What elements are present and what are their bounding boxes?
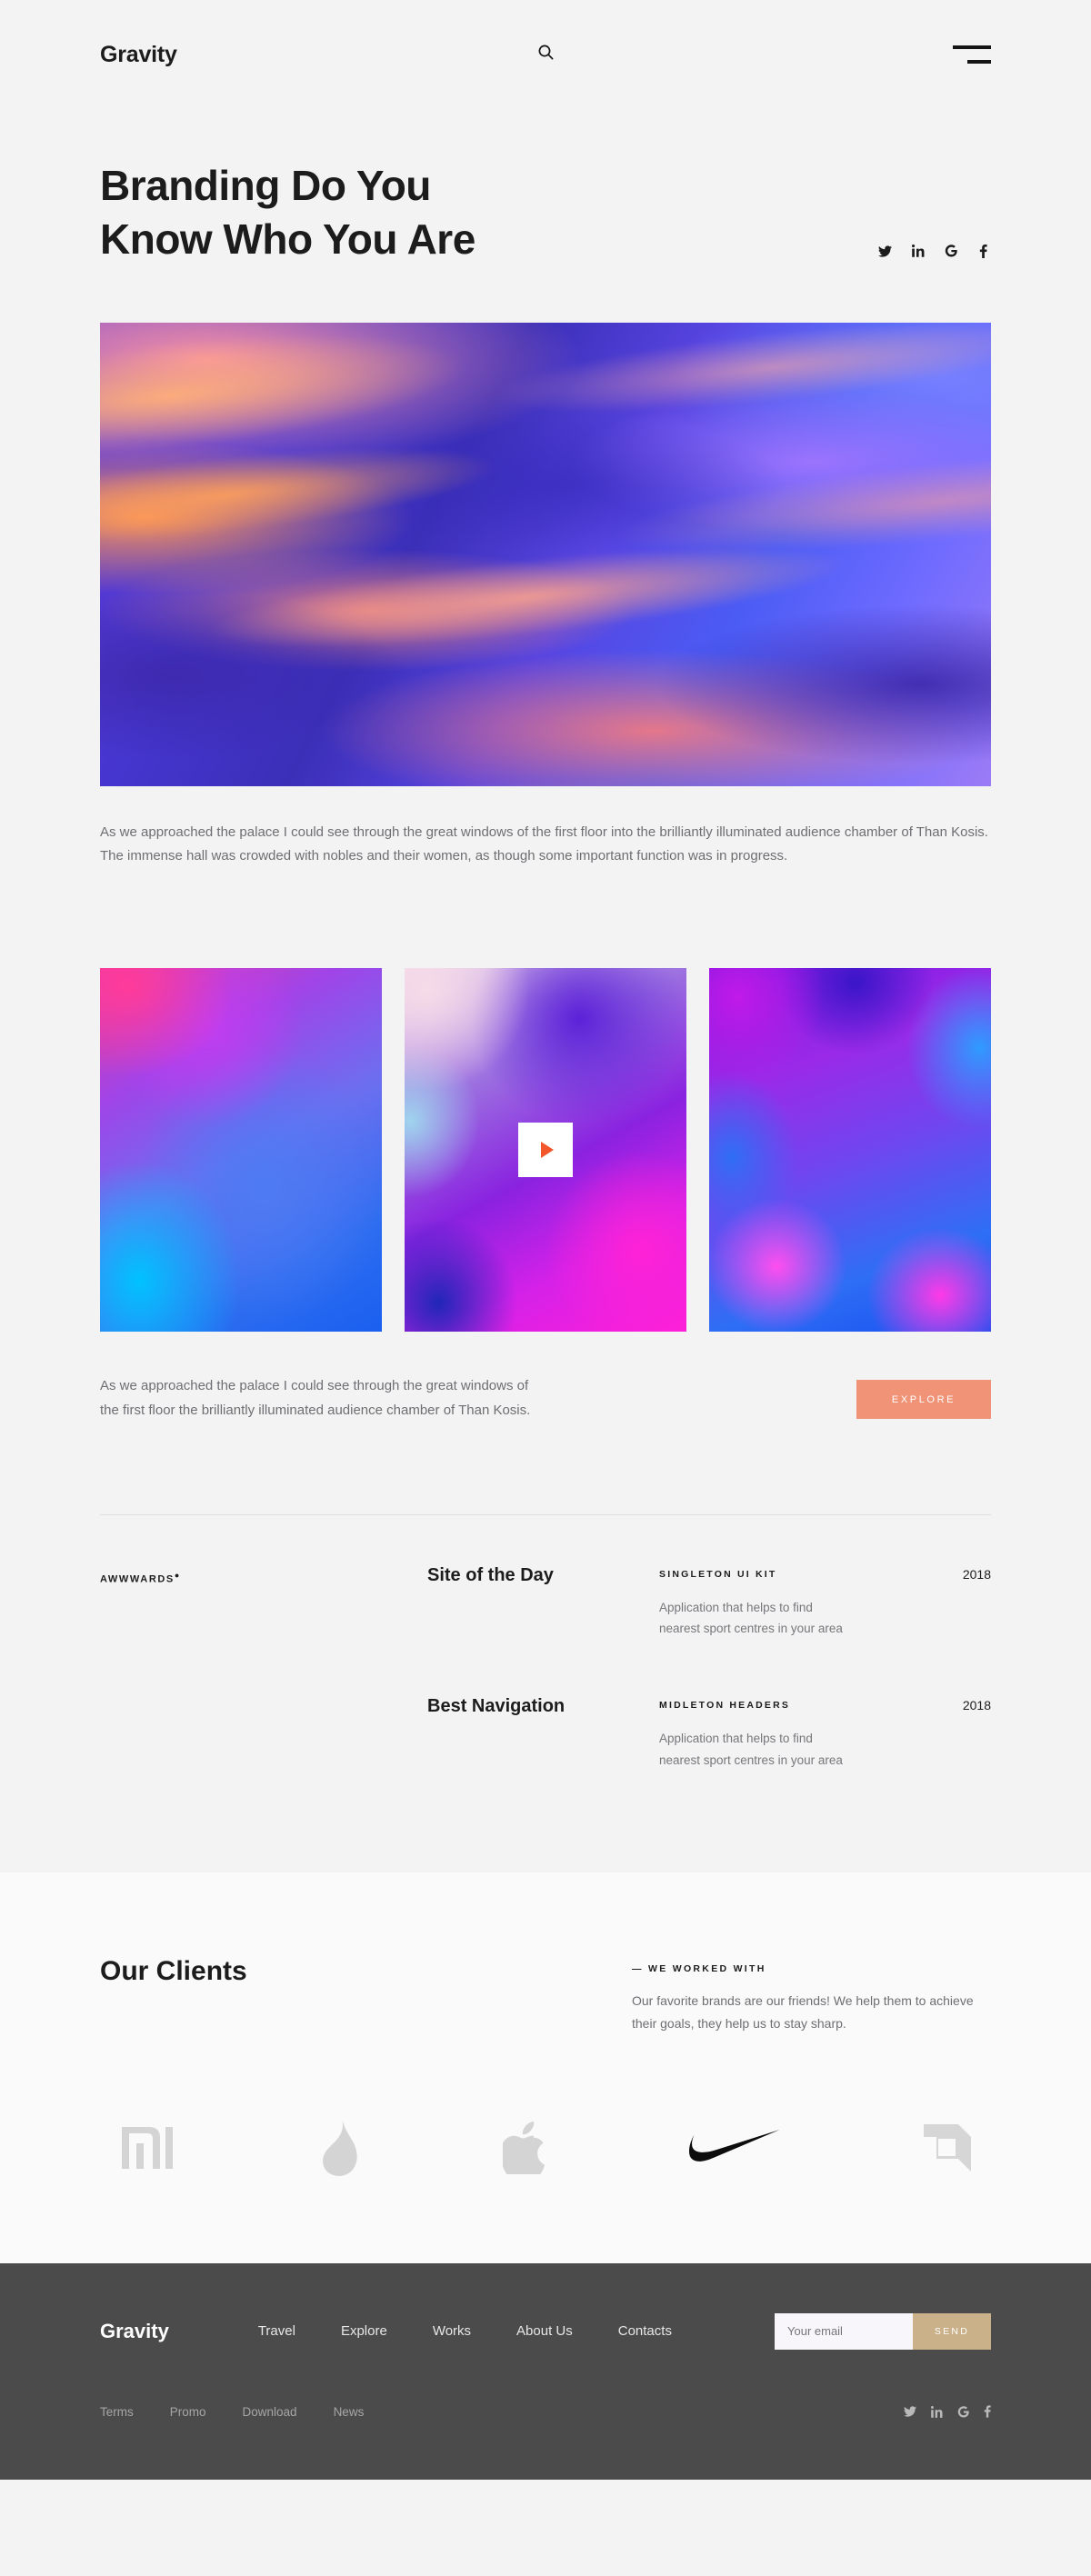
award-description: Application that helps to find nearest s… (659, 1731, 843, 1767)
site-footer: Gravity Travel Explore Works About Us Co… (0, 2262, 1091, 2480)
award-title: Best Navigation (427, 1695, 566, 1716)
gallery-row (100, 968, 991, 1333)
award-detail: SINGLETON UI KIT Application that helps … (659, 1565, 927, 1640)
footer-bottom-row: Terms Promo Download News (100, 2400, 991, 2419)
award-year: 2018 (962, 1566, 991, 1582)
footer-link-promo[interactable]: Promo (170, 2405, 206, 2419)
award-kit-name: SINGLETON UI KIT (659, 1568, 777, 1580)
award-description: Application that helps to find nearest s… (659, 1600, 843, 1636)
awards-section: AWWWARDS● Site of the Day SINGLETON UI K… (100, 1515, 991, 1788)
tinder-logo[interactable] (321, 2116, 359, 2180)
send-button[interactable]: SEND (913, 2312, 991, 2350)
email-input[interactable] (775, 2312, 913, 2350)
google-icon[interactable] (957, 2405, 969, 2418)
footer-nav-works[interactable]: Works (433, 2323, 471, 2339)
client-logos-row (100, 2116, 991, 2263)
twitter-icon[interactable] (877, 244, 893, 259)
linkedin-icon[interactable] (931, 2405, 943, 2418)
menu-bar-bottom (967, 60, 991, 64)
hero-gradient-image (100, 322, 991, 786)
footer-nav-travel[interactable]: Travel (258, 2323, 295, 2339)
page-root: Gravity Branding Do You Know Who You Are (0, 0, 1091, 2480)
nike-logo[interactable] (688, 2116, 780, 2180)
menu-bar-top (953, 45, 991, 49)
play-icon[interactable] (518, 1123, 573, 1178)
award-brand-empty (100, 1696, 427, 1702)
page-title: Branding Do You Know Who You Are (100, 159, 736, 266)
award-year: 2018 (962, 1697, 991, 1712)
awwwards-logo-text: AWWWARDS (100, 1573, 175, 1585)
search-icon[interactable] (538, 45, 554, 65)
hero-social-links (877, 244, 991, 259)
clients-intro: — WE WORKED WITH Our favorite brands are… (632, 1956, 991, 2035)
footer-legal-links: Terms Promo Download News (100, 2405, 364, 2419)
gallery-image-3[interactable] (709, 968, 991, 1333)
site-logo[interactable]: Gravity (100, 42, 177, 68)
linkedin-icon[interactable] (910, 244, 926, 259)
amd-logo[interactable] (924, 2116, 971, 2180)
top-section: Gravity Branding Do You Know Who You Are (0, 0, 1091, 1788)
footer-top-row: Gravity Travel Explore Works About Us Co… (100, 2263, 991, 2400)
page-title-line-1: Branding Do You (100, 162, 431, 209)
hero-caption: As we approached the palace I could see … (100, 824, 988, 864)
play-triangle (541, 1142, 554, 1159)
hamburger-menu-icon[interactable] (953, 45, 991, 64)
clients-header: Our Clients — WE WORKED WITH Our favorit… (100, 1956, 991, 2035)
apple-logo[interactable] (503, 2116, 545, 2180)
footer-nav-explore[interactable]: Explore (341, 2323, 387, 2339)
footer-link-news[interactable]: News (334, 2405, 365, 2419)
hero-gradient-layer-2 (100, 322, 991, 786)
footer-link-terms[interactable]: Terms (100, 2405, 134, 2419)
google-icon[interactable] (943, 244, 958, 259)
facebook-icon[interactable] (984, 2405, 991, 2418)
footer-nav: Travel Explore Works About Us Contacts (258, 2323, 672, 2339)
gallery-caption: As we approached the palace I could see … (100, 1378, 531, 1418)
clients-section: Our Clients — WE WORKED WITH Our favorit… (0, 1872, 1091, 2263)
clients-kicker: — WE WORKED WITH (632, 1963, 766, 1975)
site-header: Gravity (0, 0, 1091, 109)
gallery-footer: As we approached the palace I could see … (100, 1374, 991, 1423)
explore-button[interactable]: EXPLORE (856, 1380, 991, 1420)
clients-description: Our favorite brands are our friends! We … (632, 1993, 974, 2032)
awwwards-dot: ● (174, 1570, 181, 1580)
award-detail: MIDLETON HEADERS Application that helps … (659, 1696, 927, 1771)
award-row: AWWWARDS● Site of the Day SINGLETON UI K… (100, 1565, 991, 1656)
gallery-image-1[interactable] (100, 968, 382, 1333)
hero-section: Branding Do You Know Who You Are (0, 109, 1091, 266)
award-title: Site of the Day (427, 1564, 554, 1585)
gallery-image-2-video[interactable] (405, 968, 686, 1333)
page-title-line-2: Know Who You Are (100, 215, 475, 263)
xiaomi-logo[interactable] (120, 2116, 176, 2180)
footer-social-links (904, 2405, 991, 2418)
awwwards-logo: AWWWARDS● (100, 1565, 427, 1585)
newsletter-form: SEND (775, 2312, 991, 2350)
footer-link-download[interactable]: Download (243, 2405, 297, 2419)
clients-title: Our Clients (100, 1956, 247, 1987)
footer-logo[interactable]: Gravity (100, 2320, 169, 2343)
award-row: Best Navigation MIDLETON HEADERS Applica… (100, 1696, 991, 1787)
twitter-icon[interactable] (904, 2406, 916, 2417)
award-kit-name: MIDLETON HEADERS (659, 1699, 791, 1711)
footer-nav-contacts[interactable]: Contacts (618, 2323, 672, 2339)
facebook-icon[interactable] (976, 244, 991, 259)
footer-nav-about-us[interactable]: About Us (516, 2323, 573, 2339)
